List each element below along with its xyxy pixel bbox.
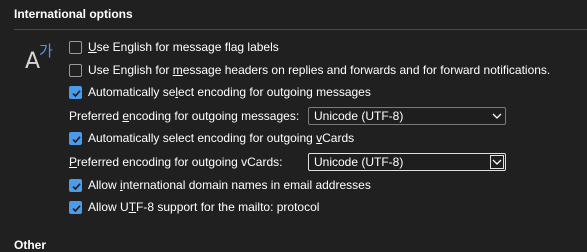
option-label: Allow international domain names in emai… xyxy=(88,178,371,192)
encoding-messages-label: Preferred encoding for outgoing messages… xyxy=(69,109,300,123)
chevron-down-icon xyxy=(490,155,504,169)
option-auto-encoding-messages[interactable]: Automatically select encoding for outgoi… xyxy=(69,83,371,101)
svg-text:가: 가 xyxy=(39,42,53,60)
svg-text:A: A xyxy=(25,49,40,74)
encoding-vcards-label: Preferred encoding for outgoing vCards: xyxy=(69,155,283,169)
checkbox-auto-encoding-messages[interactable] xyxy=(69,85,82,99)
checkbox-english-flag-labels[interactable] xyxy=(69,40,82,54)
option-label: Automatically select encoding for outgoi… xyxy=(88,131,355,145)
checkbox-english-message-headers[interactable] xyxy=(69,63,82,77)
encoding-vcards-select[interactable]: Unicode (UTF-8) xyxy=(308,153,506,171)
language-icon: A 가 xyxy=(24,37,64,77)
option-international-domain-names[interactable]: Allow international domain names in emai… xyxy=(69,176,371,194)
option-english-message-headers[interactable]: Use English for message headers on repli… xyxy=(69,61,550,79)
chevron-down-icon xyxy=(491,110,503,122)
encoding-vcards-value: Unicode (UTF-8) xyxy=(314,155,404,169)
encoding-messages-select[interactable]: Unicode (UTF-8) xyxy=(308,107,506,125)
checkbox-utf8-mailto[interactable] xyxy=(69,200,82,214)
section-title-international-options: International options xyxy=(14,7,133,21)
checkbox-auto-encoding-vcards[interactable] xyxy=(69,131,82,145)
checkbox-international-domain-names[interactable] xyxy=(69,178,82,192)
option-english-flag-labels[interactable]: Use English for message flag labels xyxy=(69,38,279,56)
option-utf8-mailto[interactable]: Allow UTF-8 support for the mailto: prot… xyxy=(69,198,319,216)
option-label: Allow UTF-8 support for the mailto: prot… xyxy=(88,200,320,214)
encoding-messages-value: Unicode (UTF-8) xyxy=(314,109,404,123)
option-auto-encoding-vcards[interactable]: Automatically select encoding for outgoi… xyxy=(69,129,354,147)
option-label: Use English for message flag labels xyxy=(88,40,279,54)
section-divider xyxy=(14,29,587,30)
section-title-other: Other xyxy=(14,238,47,252)
option-label: Automatically select encoding for outgoi… xyxy=(88,85,371,99)
option-label: Use English for message headers on repli… xyxy=(88,63,551,77)
